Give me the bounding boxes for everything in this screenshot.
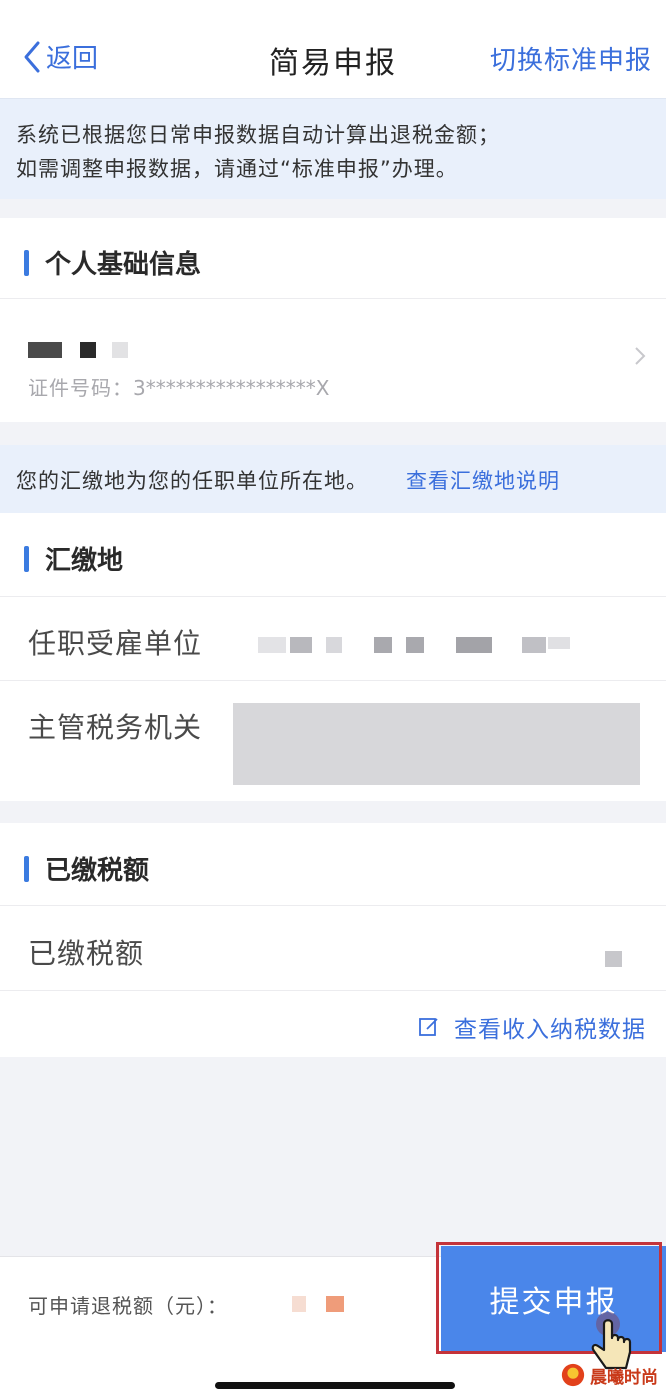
divider [0,298,666,299]
notice-line-1: 系统已根据您日常申报数据自动计算出退税金额； [16,123,500,147]
view-income-tax-data-label: 查看收入纳税数据 [454,1017,646,1043]
location-explanation-link[interactable]: 查看汇缴地说明 [406,465,560,495]
masked-name [80,342,96,358]
switch-standard-button[interactable]: 切换标准申报 [490,40,652,77]
masked-employer [548,637,570,649]
personal-info-heading: 个人基础信息 [24,244,201,281]
view-income-tax-data-link[interactable]: 查看收入纳税数据 [418,1010,646,1044]
personal-info-row[interactable] [0,300,666,420]
masked-tax-office [233,703,640,785]
notice-banner: 系统已根据您日常申报数据自动计算出退税金额； 如需调整申报数据，请通过“标准申报… [0,98,666,199]
watermark-text: 晨曦时尚 [590,1367,658,1388]
section-accent-bar [24,249,29,276]
masked-employer [290,637,312,653]
masked-tax-paid-value [605,951,622,967]
employer-label: 任职受雇单位 [28,627,203,660]
section-accent-bar [24,545,29,572]
masked-employer [522,637,546,653]
watermark-logo: 晨曦时尚 [560,1360,660,1390]
masked-name [112,342,128,358]
id-number-row: 证件号码：3*****************X [28,372,329,401]
location-title: 汇缴地 [45,546,124,576]
refund-amount-label: 可申请退税额（元）： [28,1294,228,1318]
masked-refund-amount [292,1296,306,1312]
masked-name [28,342,62,358]
tax-paid-label: 已缴税额 [28,937,145,970]
section-accent-bar [24,855,29,882]
personal-info-title: 个人基础信息 [45,250,202,280]
location-hint: 您的汇缴地为您的任职单位所在地。 查看汇缴地说明 [0,445,666,513]
notice-line-2: 如需调整申报数据，请通过“标准申报”办理。 [16,157,458,181]
divider [0,680,666,681]
divider [0,596,666,597]
tax-office-label: 主管税务机关 [28,711,203,744]
edit-icon [419,1018,438,1036]
masked-employer [326,637,342,653]
masked-refund-amount [326,1296,344,1312]
sun-logo-icon [561,1363,585,1387]
home-indicator [215,1382,455,1389]
tax-paid-heading: 已缴税额 [24,850,149,887]
masked-employer [374,637,392,653]
id-value: 3*****************X [133,376,330,400]
divider [0,905,666,906]
tax-paid-title: 已缴税额 [45,856,150,886]
masked-employer [406,637,424,653]
masked-employer [456,637,492,653]
id-label: 证件号码： [28,376,133,400]
chevron-right-icon [634,346,646,370]
location-hint-text: 您的汇缴地为您的任职单位所在地。 [16,469,368,493]
masked-employer [258,637,286,653]
location-heading: 汇缴地 [24,540,123,577]
